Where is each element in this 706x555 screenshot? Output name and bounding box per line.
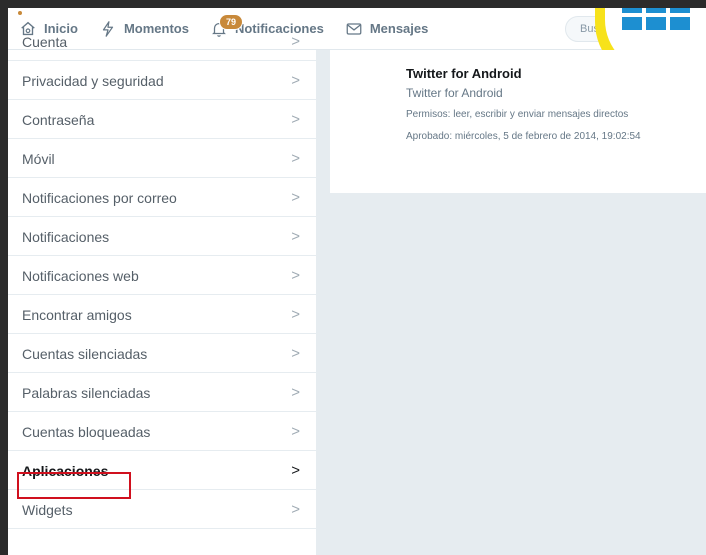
menu-item-notificaciones-web[interactable]: Notificaciones web > bbox=[8, 256, 316, 295]
chevron-right-icon: > bbox=[291, 306, 300, 323]
page-frame: Inicio Momentos 79 Notificaciones Mensaj… bbox=[8, 8, 706, 555]
menu-item-privacidad[interactable]: Privacidad y seguridad > bbox=[8, 61, 316, 100]
chevron-right-icon: > bbox=[291, 501, 300, 518]
chevron-right-icon: > bbox=[291, 72, 300, 89]
menu-item-label: Cuentas silenciadas bbox=[22, 346, 148, 362]
menu-item-label: Privacidad y seguridad bbox=[22, 73, 164, 89]
chevron-right-icon: > bbox=[291, 462, 300, 479]
app-subtitle: Twitter for Android bbox=[406, 86, 503, 100]
menu-item-cuenta[interactable]: Cuenta > bbox=[8, 22, 316, 61]
nav-messages[interactable]: Mensajes bbox=[334, 8, 439, 50]
chevron-right-icon: > bbox=[291, 345, 300, 362]
menu-item-label: Notificaciones bbox=[22, 229, 110, 245]
app-approved-date: Aprobado: miércoles, 5 de febrero de 201… bbox=[406, 131, 641, 142]
menu-item-notificaciones[interactable]: Notificaciones > bbox=[8, 217, 316, 256]
nav-messages-label: Mensajes bbox=[369, 21, 429, 36]
envelope-icon bbox=[344, 19, 364, 39]
menu-item-label: Contraseña bbox=[22, 112, 95, 128]
menu-item-encontrar-amigos[interactable]: Encontrar amigos > bbox=[8, 295, 316, 334]
connected-app-panel: Twitter for Android Twitter for Android … bbox=[330, 50, 706, 193]
menu-item-movil[interactable]: Móvil > bbox=[8, 139, 316, 178]
menu-item-label: Notificaciones por correo bbox=[22, 190, 177, 206]
menu-item-label: Palabras silenciadas bbox=[22, 385, 151, 401]
menu-item-cuentas-silenciadas[interactable]: Cuentas silenciadas > bbox=[8, 334, 316, 373]
menu-item-label: Cuenta bbox=[22, 34, 68, 50]
menu-item-palabras-silenciadas[interactable]: Palabras silenciadas > bbox=[8, 373, 316, 412]
menu-item-label: Cuentas bloqueadas bbox=[22, 424, 151, 440]
app-permissions: Permisos: leer, escribir y enviar mensaj… bbox=[406, 109, 629, 120]
chevron-right-icon: > bbox=[291, 189, 300, 206]
chevron-right-icon: > bbox=[291, 228, 300, 245]
menu-item-label: Móvil bbox=[22, 151, 55, 167]
menu-item-label: Encontrar amigos bbox=[22, 307, 132, 323]
menu-item-label: Notificaciones web bbox=[22, 268, 139, 284]
chevron-right-icon: > bbox=[291, 33, 300, 50]
chevron-right-icon: > bbox=[291, 150, 300, 167]
chevron-right-icon: > bbox=[291, 111, 300, 128]
menu-item-cuentas-bloqueadas[interactable]: Cuentas bloqueadas > bbox=[8, 412, 316, 451]
chevron-right-icon: > bbox=[291, 384, 300, 401]
app-name: Twitter for Android bbox=[406, 66, 522, 81]
chevron-right-icon: > bbox=[291, 267, 300, 284]
chevron-right-icon: > bbox=[291, 423, 300, 440]
menu-item-contrasena[interactable]: Contraseña > bbox=[8, 100, 316, 139]
menu-item-label: Widgets bbox=[22, 502, 73, 518]
menu-item-notificaciones-correo[interactable]: Notificaciones por correo > bbox=[8, 178, 316, 217]
selection-highlight bbox=[17, 472, 131, 499]
